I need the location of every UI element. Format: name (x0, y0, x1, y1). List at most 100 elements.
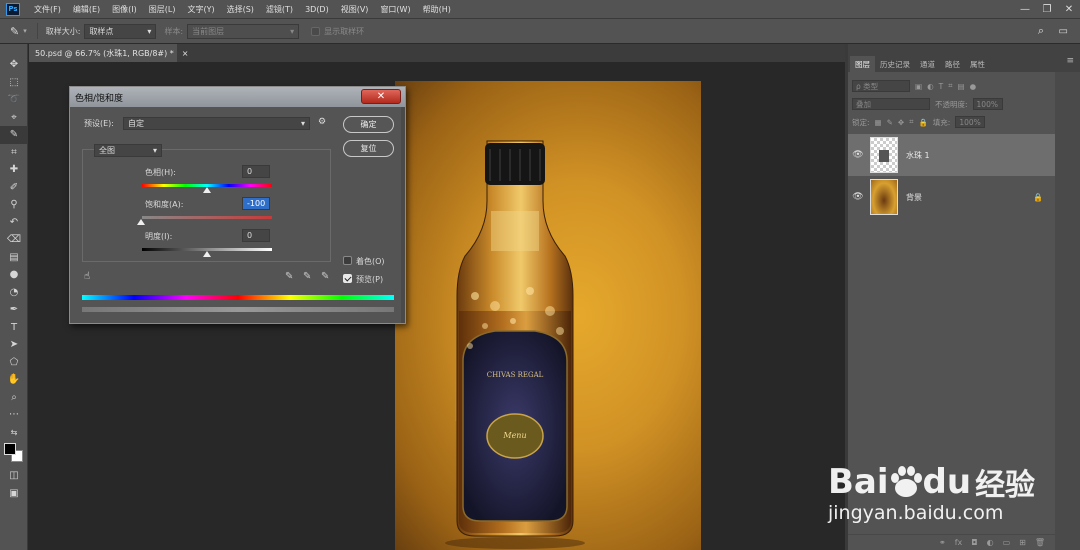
dialog-title-bar[interactable]: 色相/饱和度 ✕ (70, 87, 405, 107)
swap-colors-icon[interactable]: ⇆ (0, 424, 28, 442)
tab-paths[interactable]: 路径 (940, 56, 965, 72)
sample-select[interactable]: 当前图层 ▾ (187, 23, 300, 39)
menu-edit[interactable]: 编辑(E) (67, 4, 106, 15)
preview-checkbox[interactable] (343, 274, 352, 283)
menu-view[interactable]: 视图(V) (335, 4, 375, 15)
quick-select-tool-icon[interactable]: ⌖ (0, 109, 28, 127)
visibility-eye-icon[interactable]: 👁 (848, 192, 868, 202)
preset-select[interactable]: 自定 ▾ (123, 117, 310, 130)
crop-tool-icon[interactable]: ⌗ (0, 144, 28, 162)
blend-mode-select[interactable]: 叠加 (852, 98, 930, 110)
eyedropper-icon[interactable]: ✎ (285, 271, 293, 282)
shape-tool-icon[interactable]: ⬠ (0, 354, 28, 372)
reset-button[interactable]: 复位 (343, 140, 394, 157)
sample-size-select[interactable]: 取样点 ▾ (84, 23, 157, 39)
filter-smart-object-icon[interactable]: ▤ (957, 82, 964, 91)
history-brush-tool-icon[interactable]: ↶ (0, 214, 28, 232)
menu-type[interactable]: 文字(Y) (181, 4, 220, 15)
menu-filter[interactable]: 滤镜(T) (260, 4, 299, 15)
document-tab[interactable]: 50.psd @ 66.7% (水珠1, RGB/8#) * × (29, 44, 189, 62)
eyedropper-tool-icon[interactable]: ✎ (10, 25, 19, 38)
filter-toggle-icon[interactable]: ● (970, 82, 977, 91)
menu-3d[interactable]: 3D(D) (299, 5, 335, 14)
visibility-eye-icon[interactable]: 👁 (848, 150, 868, 160)
tab-channels[interactable]: 通道 (915, 56, 940, 72)
menu-image[interactable]: 图像(I) (106, 4, 143, 15)
add-mask-icon[interactable]: ◘ (971, 538, 977, 547)
lightness-input[interactable]: 0 (242, 229, 270, 242)
tab-properties[interactable]: 属性 (965, 56, 990, 72)
panel-scrollbar[interactable] (1055, 72, 1080, 550)
zoom-tool-icon[interactable]: ⌕ (0, 389, 28, 407)
menu-window[interactable]: 窗口(W) (374, 4, 416, 15)
layer-style-icon[interactable]: fx (955, 538, 963, 547)
saturation-slider-thumb[interactable] (137, 219, 145, 225)
menu-layer[interactable]: 图层(L) (143, 4, 182, 15)
eraser-tool-icon[interactable]: ⌫ (0, 231, 28, 249)
saturation-input[interactable]: -100 (242, 197, 270, 210)
hand-adjust-icon[interactable]: ☝ (84, 271, 90, 282)
preset-options-gear-icon[interactable]: ⚙ (318, 117, 326, 127)
dialog-close-button[interactable]: ✕ (361, 89, 401, 104)
lock-artboard-icon[interactable]: ⌗ (909, 117, 913, 127)
layer-kind-select[interactable]: ρ 类型 (852, 80, 910, 92)
filter-type-icon[interactable]: T (939, 82, 944, 91)
layer-name[interactable]: 水珠 1 (906, 150, 930, 161)
filter-pixel-icon[interactable]: ▣ (915, 82, 922, 91)
eyedropper-tool-icon[interactable]: ✎ (0, 126, 28, 144)
brush-tool-icon[interactable]: ✐ (0, 179, 28, 197)
new-layer-icon[interactable]: ⊞ (1019, 538, 1026, 547)
layer-row-background[interactable]: 👁 背景 🔒 (848, 176, 1055, 218)
healing-tool-icon[interactable]: ✚ (0, 161, 28, 179)
lasso-tool-icon[interactable]: ➰ (0, 91, 28, 109)
eyedropper-plus-icon[interactable]: ✎ (303, 271, 311, 282)
close-window-button[interactable]: ✕ (1058, 0, 1080, 18)
quick-mask-icon[interactable]: ◫ (0, 467, 28, 485)
layer-row-water-drops[interactable]: 👁 水珠 1 (848, 134, 1055, 176)
tool-preset-chevron-icon[interactable]: ▾ (23, 27, 27, 35)
hand-tool-icon[interactable]: ✋ (0, 371, 28, 389)
lock-image-icon[interactable]: ✎ (887, 118, 893, 127)
hue-input[interactable]: 0 (242, 165, 270, 178)
lock-transparent-icon[interactable]: ▦ (875, 118, 882, 127)
layer-name[interactable]: 背景 (906, 192, 922, 203)
menu-select[interactable]: 选择(S) (221, 4, 260, 15)
lightness-slider-thumb[interactable] (203, 251, 211, 257)
stamp-tool-icon[interactable]: ⚲ (0, 196, 28, 214)
adjustment-layer-icon[interactable]: ◐ (987, 538, 994, 547)
pen-tool-icon[interactable]: ✒ (0, 301, 28, 319)
marquee-tool-icon[interactable]: ⬚ (0, 74, 28, 92)
type-tool-icon[interactable]: T (0, 319, 28, 337)
workspace-icon[interactable]: ▭ (1059, 26, 1068, 37)
ok-button[interactable]: 确定 (343, 116, 394, 133)
tab-layers[interactable]: 图层 (850, 56, 875, 72)
new-group-icon[interactable]: ▭ (1003, 538, 1011, 547)
lock-position-icon[interactable]: ✥ (898, 118, 904, 127)
close-icon[interactable]: × (182, 49, 189, 58)
blur-tool-icon[interactable]: ● (0, 266, 28, 284)
delete-layer-icon[interactable]: 🗑 (1035, 538, 1045, 547)
eyedropper-minus-icon[interactable]: ✎ (321, 271, 329, 282)
more-tools-icon[interactable]: ⋯ (0, 406, 28, 424)
show-ring-checkbox[interactable] (311, 26, 321, 36)
minimize-button[interactable]: — (1014, 0, 1036, 18)
menu-help[interactable]: 帮助(H) (417, 4, 457, 15)
search-icon[interactable]: ⌕ (1038, 24, 1044, 38)
opacity-input[interactable]: 100% (972, 98, 1003, 110)
panel-menu-icon[interactable]: ≡ (1066, 56, 1074, 66)
move-tool-icon[interactable]: ✥ (0, 56, 28, 74)
link-layers-icon[interactable]: ⚭ (939, 538, 946, 547)
channel-select[interactable]: 全图 ▾ (94, 144, 162, 157)
filter-adjustment-icon[interactable]: ◐ (927, 82, 934, 91)
dodge-tool-icon[interactable]: ◔ (0, 284, 28, 302)
fill-input[interactable]: 100% (955, 116, 986, 128)
hue-slider-thumb[interactable] (203, 187, 211, 193)
screen-mode-icon[interactable]: ▣ (0, 485, 28, 503)
menu-file[interactable]: 文件(F) (28, 4, 67, 15)
tab-history[interactable]: 历史记录 (875, 56, 915, 72)
lock-all-icon[interactable]: 🔒 (918, 118, 927, 127)
restore-button[interactable]: ❐ (1036, 0, 1058, 18)
filter-shape-icon[interactable]: ⌗ (948, 81, 952, 91)
path-select-tool-icon[interactable]: ➤ (0, 336, 28, 354)
color-swatches[interactable] (0, 441, 28, 467)
